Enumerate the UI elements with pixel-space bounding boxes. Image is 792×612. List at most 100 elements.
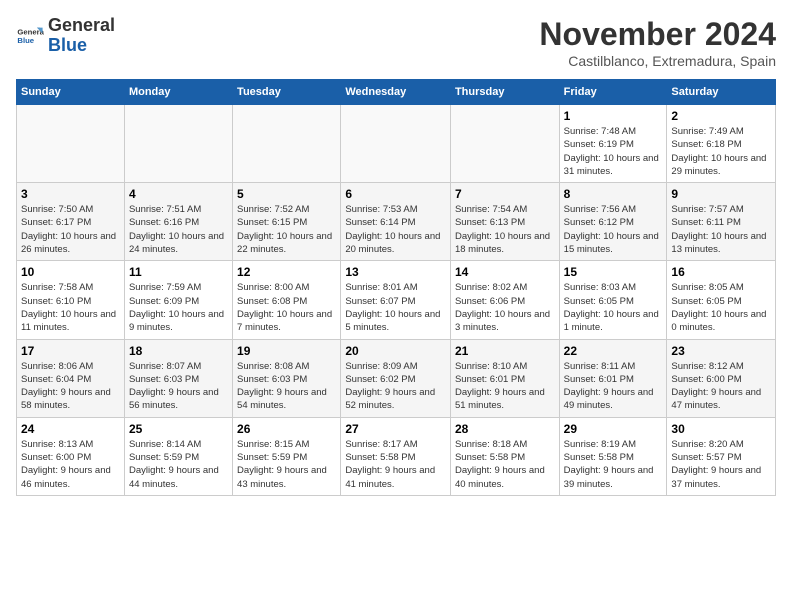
day-info: Sunrise: 7:56 AM Sunset: 6:12 PM Dayligh… [564,203,663,256]
day-number: 18 [129,344,228,358]
day-info: Sunrise: 8:20 AM Sunset: 5:57 PM Dayligh… [671,438,771,491]
day-info: Sunrise: 7:57 AM Sunset: 6:11 PM Dayligh… [671,203,771,256]
day-info: Sunrise: 8:00 AM Sunset: 6:08 PM Dayligh… [237,281,336,334]
day-cell [17,105,125,183]
day-cell [233,105,341,183]
week-row-4: 17 Sunrise: 8:06 AM Sunset: 6:04 PM Dayli… [17,339,776,417]
day-cell: 25 Sunrise: 8:14 AM Sunset: 5:59 PM Dayli… [124,417,232,495]
day-info: Sunrise: 8:06 AM Sunset: 6:04 PM Dayligh… [21,360,120,413]
day-number: 6 [345,187,446,201]
day-cell: 5 Sunrise: 7:52 AM Sunset: 6:15 PM Daylig… [233,183,341,261]
logo: General Blue General Blue [16,16,115,56]
day-cell: 28 Sunrise: 8:18 AM Sunset: 5:58 PM Dayli… [450,417,559,495]
day-info: Sunrise: 8:03 AM Sunset: 6:05 PM Dayligh… [564,281,663,334]
day-number: 2 [671,109,771,123]
day-number: 11 [129,265,228,279]
day-info: Sunrise: 8:17 AM Sunset: 5:58 PM Dayligh… [345,438,446,491]
day-cell: 16Sunrise: 8:05 AM Sunset: 6:05 PM Dayli… [667,261,776,339]
day-info: Sunrise: 7:51 AM Sunset: 6:16 PM Dayligh… [129,203,228,256]
logo-icon: General Blue [16,22,44,50]
day-info: Sunrise: 8:15 AM Sunset: 5:59 PM Dayligh… [237,438,336,491]
day-cell: 12Sunrise: 8:00 AM Sunset: 6:08 PM Dayli… [233,261,341,339]
day-info: Sunrise: 7:52 AM Sunset: 6:15 PM Dayligh… [237,203,336,256]
svg-text:Blue: Blue [17,36,34,45]
day-number: 19 [237,344,336,358]
day-number: 13 [345,265,446,279]
day-cell: 11 Sunrise: 7:59 AM Sunset: 6:09 PM Dayli… [124,261,232,339]
week-row-3: 10 Sunrise: 7:58 AM Sunset: 6:10 PM Dayli… [17,261,776,339]
day-number: 23 [671,344,771,358]
day-cell: 4 Sunrise: 7:51 AM Sunset: 6:16 PM Daylig… [124,183,232,261]
day-number: 9 [671,187,771,201]
day-info: Sunrise: 7:53 AM Sunset: 6:14 PM Dayligh… [345,203,446,256]
day-cell: 20Sunrise: 8:09 AM Sunset: 6:02 PM Dayli… [341,339,451,417]
day-cell: 2 Sunrise: 7:49 AM Sunset: 6:18 PM Daylig… [667,105,776,183]
day-info: Sunrise: 8:12 AM Sunset: 6:00 PM Dayligh… [671,360,771,413]
day-info: Sunrise: 7:48 AM Sunset: 6:19 PM Dayligh… [564,125,663,178]
day-number: 14 [455,265,555,279]
day-number: 21 [455,344,555,358]
month-title: November 2024 [539,16,776,53]
header-thursday: Thursday [450,80,559,105]
day-info: Sunrise: 8:10 AM Sunset: 6:01 PM Dayligh… [455,360,555,413]
day-cell: 17 Sunrise: 8:06 AM Sunset: 6:04 PM Dayli… [17,339,125,417]
day-cell: 26 Sunrise: 8:15 AM Sunset: 5:59 PM Dayli… [233,417,341,495]
day-number: 5 [237,187,336,201]
day-number: 4 [129,187,228,201]
day-cell: 1Sunrise: 7:48 AM Sunset: 6:19 PM Daylig… [559,105,667,183]
header-sunday: Sunday [17,80,125,105]
day-cell: 30 Sunrise: 8:20 AM Sunset: 5:57 PM Dayli… [667,417,776,495]
day-info: Sunrise: 8:07 AM Sunset: 6:03 PM Dayligh… [129,360,228,413]
day-cell: 18 Sunrise: 8:07 AM Sunset: 6:03 PM Dayli… [124,339,232,417]
logo-general-text: General [48,15,115,35]
day-number: 29 [564,422,663,436]
day-info: Sunrise: 8:13 AM Sunset: 6:00 PM Dayligh… [21,438,120,491]
day-cell: 9 Sunrise: 7:57 AM Sunset: 6:11 PM Daylig… [667,183,776,261]
calendar-table: SundayMondayTuesdayWednesdayThursdayFrid… [16,79,776,496]
calendar-header-row: SundayMondayTuesdayWednesdayThursdayFrid… [17,80,776,105]
day-cell: 19Sunrise: 8:08 AM Sunset: 6:03 PM Dayli… [233,339,341,417]
day-info: Sunrise: 7:50 AM Sunset: 6:17 PM Dayligh… [21,203,120,256]
day-number: 10 [21,265,120,279]
day-number: 17 [21,344,120,358]
day-info: Sunrise: 8:19 AM Sunset: 5:58 PM Dayligh… [564,438,663,491]
day-info: Sunrise: 8:11 AM Sunset: 6:01 PM Dayligh… [564,360,663,413]
day-number: 28 [455,422,555,436]
week-row-1: 1Sunrise: 7:48 AM Sunset: 6:19 PM Daylig… [17,105,776,183]
day-cell: 24 Sunrise: 8:13 AM Sunset: 6:00 PM Dayli… [17,417,125,495]
day-cell: 6 Sunrise: 7:53 AM Sunset: 6:14 PM Daylig… [341,183,451,261]
day-info: Sunrise: 8:01 AM Sunset: 6:07 PM Dayligh… [345,281,446,334]
day-cell [341,105,451,183]
day-info: Sunrise: 8:14 AM Sunset: 5:59 PM Dayligh… [129,438,228,491]
location: Castilblanco, Extremadura, Spain [539,53,776,69]
week-row-2: 3Sunrise: 7:50 AM Sunset: 6:17 PM Daylig… [17,183,776,261]
day-cell: 10 Sunrise: 7:58 AM Sunset: 6:10 PM Dayli… [17,261,125,339]
day-cell: 23 Sunrise: 8:12 AM Sunset: 6:00 PM Dayli… [667,339,776,417]
day-cell: 21 Sunrise: 8:10 AM Sunset: 6:01 PM Dayli… [450,339,559,417]
day-info: Sunrise: 8:05 AM Sunset: 6:05 PM Dayligh… [671,281,771,334]
day-cell: 14 Sunrise: 8:02 AM Sunset: 6:06 PM Dayli… [450,261,559,339]
day-number: 25 [129,422,228,436]
day-number: 20 [345,344,446,358]
logo-blue-text: Blue [48,35,87,55]
header-saturday: Saturday [667,80,776,105]
day-info: Sunrise: 7:58 AM Sunset: 6:10 PM Dayligh… [21,281,120,334]
day-cell: 13 Sunrise: 8:01 AM Sunset: 6:07 PM Dayli… [341,261,451,339]
day-number: 26 [237,422,336,436]
day-number: 27 [345,422,446,436]
day-info: Sunrise: 8:18 AM Sunset: 5:58 PM Dayligh… [455,438,555,491]
day-number: 30 [671,422,771,436]
day-info: Sunrise: 7:54 AM Sunset: 6:13 PM Dayligh… [455,203,555,256]
day-info: Sunrise: 8:02 AM Sunset: 6:06 PM Dayligh… [455,281,555,334]
day-cell: 7 Sunrise: 7:54 AM Sunset: 6:13 PM Daylig… [450,183,559,261]
day-number: 15 [564,265,663,279]
header-monday: Monday [124,80,232,105]
day-cell: 27 Sunrise: 8:17 AM Sunset: 5:58 PM Dayli… [341,417,451,495]
day-number: 7 [455,187,555,201]
title-area: November 2024 Castilblanco, Extremadura,… [539,16,776,69]
day-info: Sunrise: 7:59 AM Sunset: 6:09 PM Dayligh… [129,281,228,334]
day-cell: 8Sunrise: 7:56 AM Sunset: 6:12 PM Daylig… [559,183,667,261]
week-row-5: 24 Sunrise: 8:13 AM Sunset: 6:00 PM Dayli… [17,417,776,495]
day-info: Sunrise: 7:49 AM Sunset: 6:18 PM Dayligh… [671,125,771,178]
day-number: 24 [21,422,120,436]
